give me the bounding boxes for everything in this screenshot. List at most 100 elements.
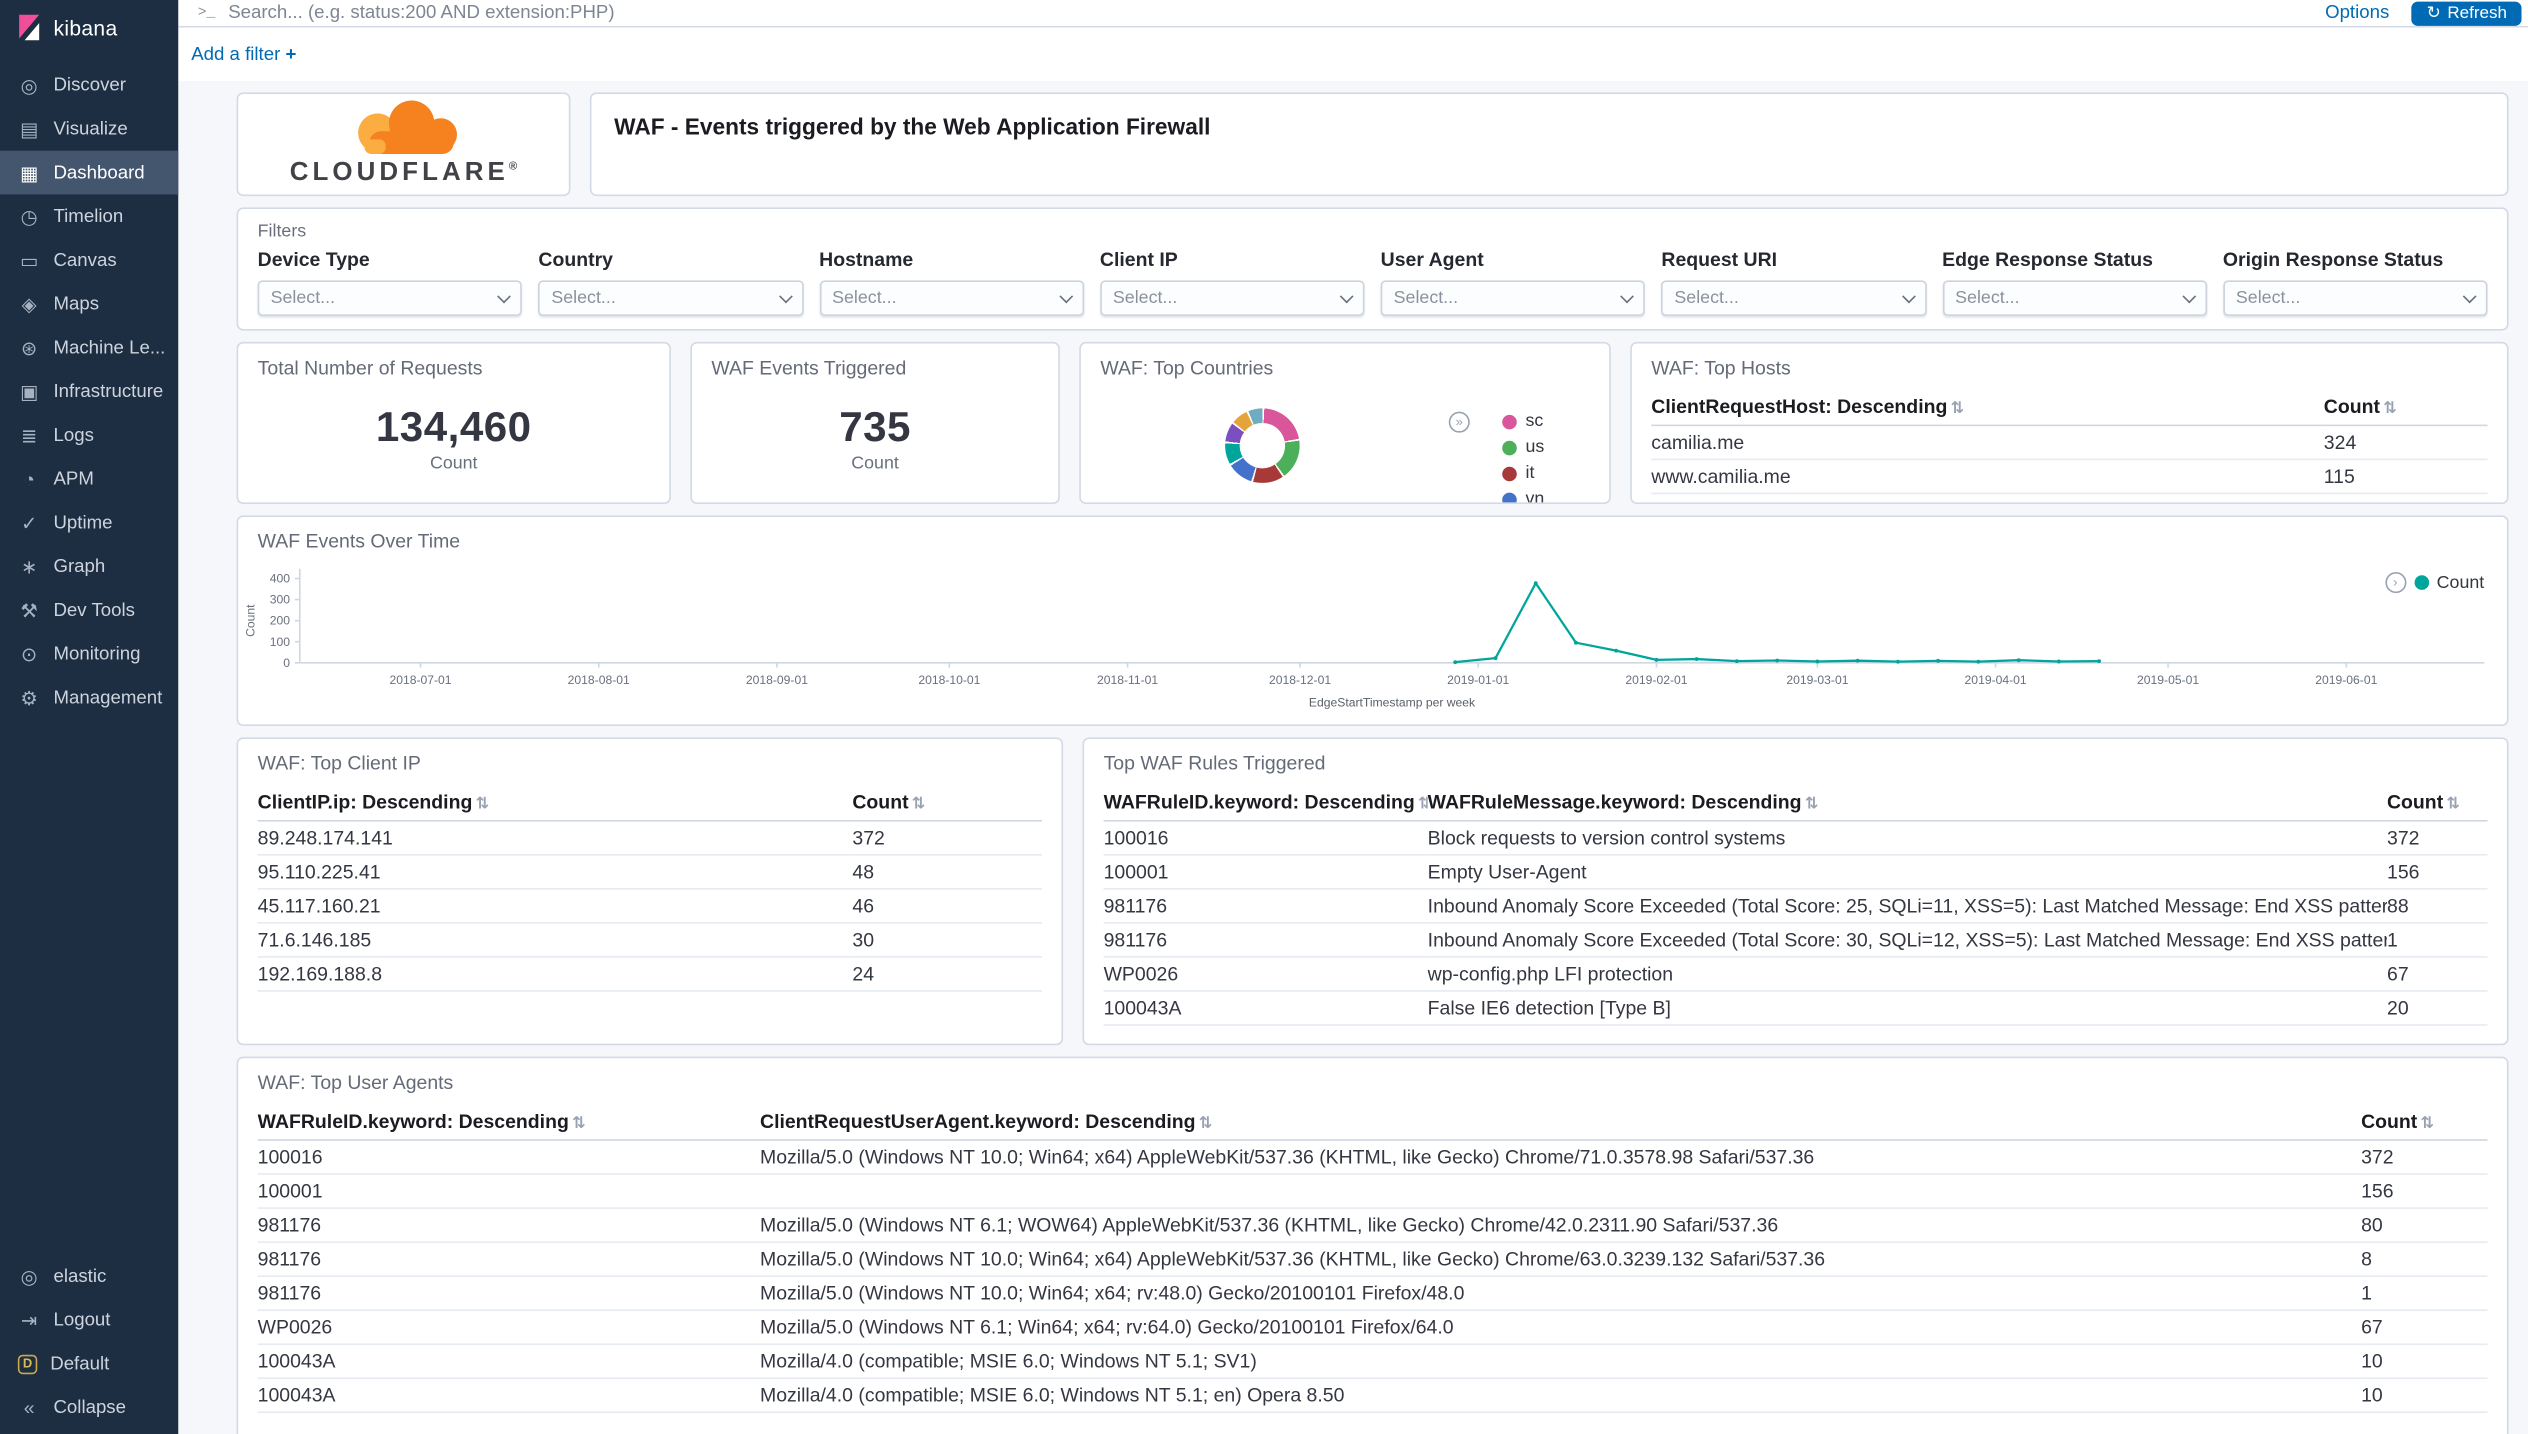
sort-icon: ⇅ — [2383, 400, 2397, 418]
table-cell: 156 — [2387, 855, 2487, 889]
filter-select-device-type[interactable]: Select... — [258, 280, 523, 316]
default-icon: D — [18, 1354, 37, 1373]
sidebar-item-maps[interactable]: ◈Maps — [0, 282, 178, 326]
sort-icon: ⇅ — [476, 796, 490, 814]
filter-label: Client IP — [1100, 248, 1365, 271]
table-cell: 8 — [2361, 1242, 2487, 1276]
filter-select-hostname[interactable]: Select... — [819, 280, 1084, 316]
legend-item-vn[interactable]: vn — [1503, 489, 1545, 504]
table-cell: 372 — [852, 821, 1042, 855]
sidebar-item-dev-tools[interactable]: ⚒Dev Tools — [0, 588, 178, 632]
chevron-down-icon — [1621, 289, 1635, 303]
filter-select-request-uri[interactable]: Select... — [1661, 280, 1926, 316]
refresh-button[interactable]: ↻ Refresh — [2412, 1, 2522, 25]
sidebar-item-graph[interactable]: ∗Graph — [0, 544, 178, 588]
table-row: 192.169.188.824 — [258, 957, 1042, 991]
search-input[interactable] — [228, 3, 2312, 22]
sidebar-item-timelion[interactable]: ◷Timelion — [0, 194, 178, 238]
options-button[interactable]: Options — [2325, 3, 2389, 22]
sidebar-item-label: Graph — [53, 557, 105, 576]
table-cell: 192.169.188.8 — [258, 957, 853, 991]
sidebar-item-uptime[interactable]: ✓Uptime — [0, 501, 178, 545]
svg-text:2018-09-01: 2018-09-01 — [746, 673, 808, 687]
sidebar-item-infrastructure[interactable]: ▣Infrastructure — [0, 369, 178, 413]
select-placeholder: Select... — [1113, 288, 1177, 307]
panel-title: Top WAF Rules Triggered — [1084, 739, 2507, 781]
sidebar-item-label: Timelion — [53, 207, 123, 226]
legend-expand-icon[interactable]: » — [1449, 412, 1470, 433]
filter-select-edge-response-status[interactable]: Select... — [1942, 280, 2207, 316]
table-row: 981176Mozilla/5.0 (Windows NT 6.1; WOW64… — [258, 1208, 2488, 1242]
sidebar-item-label: Uptime — [53, 513, 112, 532]
sort-icon: ⇅ — [1805, 796, 1819, 814]
sidebar-nav: ◎Discover▤Visualize▦Dashboard◷Timelion▭C… — [0, 63, 178, 719]
table-cell: Mozilla/5.0 (Windows NT 6.1; WOW64) Appl… — [760, 1208, 2361, 1242]
filter-label: Device Type — [258, 248, 523, 271]
logs-icon: ≣ — [18, 425, 41, 444]
column-header-count[interactable]: Count⇅ — [852, 784, 1042, 820]
column-header-count[interactable]: Count⇅ — [2387, 784, 2487, 820]
chevron-down-icon — [2182, 289, 2196, 303]
table-row: 981176Inbound Anomaly Score Exceeded (To… — [1104, 889, 2488, 923]
table-row: WP0026Mozilla/5.0 (Windows NT 6.1; Win64… — [258, 1310, 2488, 1344]
select-placeholder: Select... — [271, 288, 335, 307]
sidebar-item-dashboard[interactable]: ▦Dashboard — [0, 151, 178, 195]
table-cell: 324 — [2324, 425, 2488, 459]
filter-field-request-uri: Request URISelect... — [1661, 248, 1926, 316]
select-placeholder: Select... — [1674, 288, 1738, 307]
sidebar-item-elastic[interactable]: ◎elastic — [0, 1254, 178, 1298]
svg-text:2018-10-01: 2018-10-01 — [918, 673, 980, 687]
sidebar-item-logs[interactable]: ≣Logs — [0, 413, 178, 457]
events-legend-label[interactable]: Count — [2437, 573, 2485, 592]
sidebar-item-label: Default — [50, 1354, 109, 1373]
column-header-clientrequestuseragent-keyword[interactable]: ClientRequestUserAgent.keyword: Descendi… — [760, 1104, 2361, 1140]
sidebar-item-label: Machine Le... — [53, 338, 165, 357]
sidebar-item-machine-learning[interactable]: ⊛Machine Le... — [0, 326, 178, 370]
column-header-count[interactable]: Count⇅ — [2361, 1104, 2487, 1140]
filter-select-user-agent[interactable]: Select... — [1381, 280, 1646, 316]
table-cell: wp-config.php LFI protection — [1428, 957, 2387, 991]
legend-color-dot — [1503, 414, 1518, 429]
filter-select-client-ip[interactable]: Select... — [1100, 280, 1365, 316]
sidebar-item-apm[interactable]: ◔APM — [0, 457, 178, 501]
countries-donut[interactable] — [1225, 408, 1300, 483]
column-header-count[interactable]: Count⇅ — [2324, 389, 2488, 425]
column-header-clientrequesthost[interactable]: ClientRequestHost: Descending⇅ — [1651, 389, 2324, 425]
sidebar-item-collapse[interactable]: «Collapse — [0, 1386, 178, 1430]
legend-item-sc[interactable]: sc — [1503, 412, 1545, 431]
sidebar-item-management[interactable]: ⚙Management — [0, 676, 178, 720]
legend-item-us[interactable]: us — [1503, 438, 1545, 457]
filter-select-country[interactable]: Select... — [538, 280, 803, 316]
chevron-down-icon — [1340, 289, 1354, 303]
column-header-wafruleid-keyword[interactable]: WAFRuleID.keyword: Descending⇅ — [1104, 784, 1428, 820]
sidebar-item-visualize[interactable]: ▤Visualize — [0, 107, 178, 151]
filters-grid: Device TypeSelect...CountrySelect...Host… — [238, 245, 2507, 316]
column-header-wafruleid-keyword[interactable]: WAFRuleID.keyword: Descending⇅ — [258, 1104, 760, 1140]
kibana-home-link[interactable]: kibana — [0, 0, 178, 55]
table-cell: 67 — [2387, 957, 2487, 991]
table-cell: Mozilla/4.0 (compatible; MSIE 6.0; Windo… — [760, 1378, 2361, 1412]
table-row: 100043AMozilla/4.0 (compatible; MSIE 6.0… — [258, 1378, 2488, 1412]
add-filter-button[interactable]: Add a filter + — [191, 45, 296, 64]
column-header-clientip-ip[interactable]: ClientIP.ip: Descending⇅ — [258, 784, 853, 820]
sidebar-item-canvas[interactable]: ▭Canvas — [0, 238, 178, 282]
table-cell: 981176 — [1104, 889, 1428, 923]
main-area: >_ Options ↻ Refresh Add a filter + — [178, 0, 2528, 1434]
sidebar-item-monitoring[interactable]: ⊙Monitoring — [0, 632, 178, 676]
table-cell: Empty User-Agent — [1428, 855, 2387, 889]
legend-item-it[interactable]: it — [1503, 463, 1545, 482]
filter-select-origin-response-status[interactable]: Select... — [2223, 280, 2488, 316]
legend-expand-icon[interactable]: › — [2385, 572, 2406, 593]
apm-icon: ◔ — [18, 469, 41, 488]
legend-color-dot — [1503, 440, 1518, 455]
table-cell: WP0026 — [1104, 957, 1428, 991]
table-cell: 88 — [2387, 889, 2487, 923]
sidebar-item-discover[interactable]: ◎Discover — [0, 63, 178, 107]
table-cell: Mozilla/4.0 (compatible; MSIE 6.0; Windo… — [760, 1344, 2361, 1378]
sidebar-item-default[interactable]: D Default — [0, 1342, 178, 1386]
sidebar-item-logout[interactable]: ⇥Logout — [0, 1298, 178, 1342]
table-cell: 46 — [852, 889, 1042, 923]
column-header-wafrulemessage-keyword[interactable]: WAFRuleMessage.keyword: Descending⇅ — [1428, 784, 2387, 820]
kibana-logo-icon — [15, 13, 44, 42]
filter-field-device-type: Device Type Select... — [258, 248, 523, 316]
